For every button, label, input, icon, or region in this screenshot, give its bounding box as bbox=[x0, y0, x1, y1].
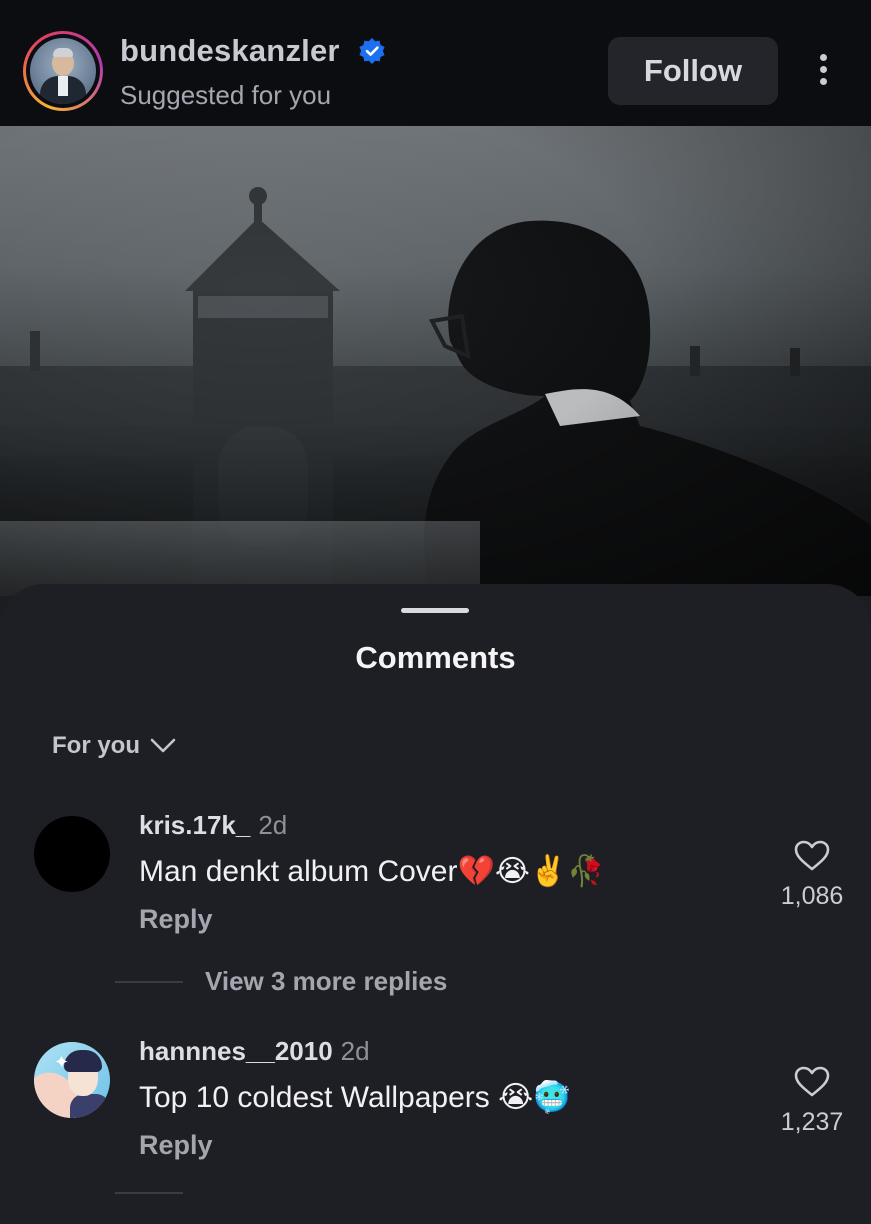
commenter-avatar[interactable]: ✦ bbox=[34, 1042, 110, 1118]
suggested-label: Suggested for you bbox=[120, 80, 332, 110]
heart-icon[interactable] bbox=[794, 840, 830, 872]
replies-divider bbox=[115, 980, 183, 983]
comment-item: ✦ hannnes__2010 2d Top 10 coldest Wallpap… bbox=[0, 1036, 871, 1186]
post-username[interactable]: bundeskanzler bbox=[120, 33, 340, 69]
comment-username[interactable]: hannnes__2010 bbox=[139, 1036, 333, 1066]
sort-dropdown[interactable]: For you bbox=[52, 732, 176, 760]
post-header: bundeskanzler Suggested for you Follow bbox=[0, 0, 871, 126]
like-count: 1,086 bbox=[780, 882, 844, 910]
more-options-icon[interactable] bbox=[810, 50, 838, 90]
chevron-down-icon bbox=[150, 738, 176, 753]
reply-button[interactable]: Reply bbox=[139, 904, 213, 935]
like-count: 1,237 bbox=[780, 1108, 844, 1136]
like-control[interactable]: 1,237 bbox=[772, 1066, 852, 1137]
follow-button[interactable]: Follow bbox=[608, 37, 778, 105]
view-replies-label: View 3 more replies bbox=[205, 966, 448, 996]
like-control[interactable]: 1,086 bbox=[772, 840, 852, 911]
sheet-drag-handle[interactable] bbox=[401, 608, 469, 613]
replies-divider bbox=[115, 1192, 183, 1194]
post-image[interactable] bbox=[0, 126, 871, 596]
comment-meta: kris.17k_ 2d bbox=[139, 810, 287, 841]
comments-sheet: Comments For you kris.17k_ 2d Man denkt a… bbox=[0, 584, 871, 1224]
comment-text: Top 10 coldest Wallpapers 😭🥶 bbox=[139, 1081, 571, 1114]
comments-title: Comments bbox=[355, 640, 516, 675]
verified-badge-icon bbox=[359, 38, 385, 64]
comment-time: 2d bbox=[258, 810, 288, 840]
heart-icon[interactable] bbox=[794, 1066, 830, 1098]
reply-button[interactable]: Reply bbox=[139, 1130, 213, 1161]
view-more-replies[interactable]: View 3 more replies bbox=[115, 966, 447, 997]
comment-text: Man denkt album Cover💔😭✌️🥀 bbox=[139, 855, 605, 888]
commenter-avatar[interactable] bbox=[34, 816, 110, 892]
comment-meta: hannnes__2010 2d bbox=[139, 1036, 370, 1067]
profile-avatar[interactable] bbox=[23, 31, 103, 111]
sort-label: For you bbox=[52, 732, 140, 759]
comment-time: 2d bbox=[340, 1036, 370, 1066]
view-more-replies-cut[interactable] bbox=[115, 1192, 205, 1194]
comment-item: kris.17k_ 2d Man denkt album Cover💔😭✌️🥀 R… bbox=[0, 810, 871, 960]
comment-username[interactable]: kris.17k_ bbox=[139, 810, 250, 840]
